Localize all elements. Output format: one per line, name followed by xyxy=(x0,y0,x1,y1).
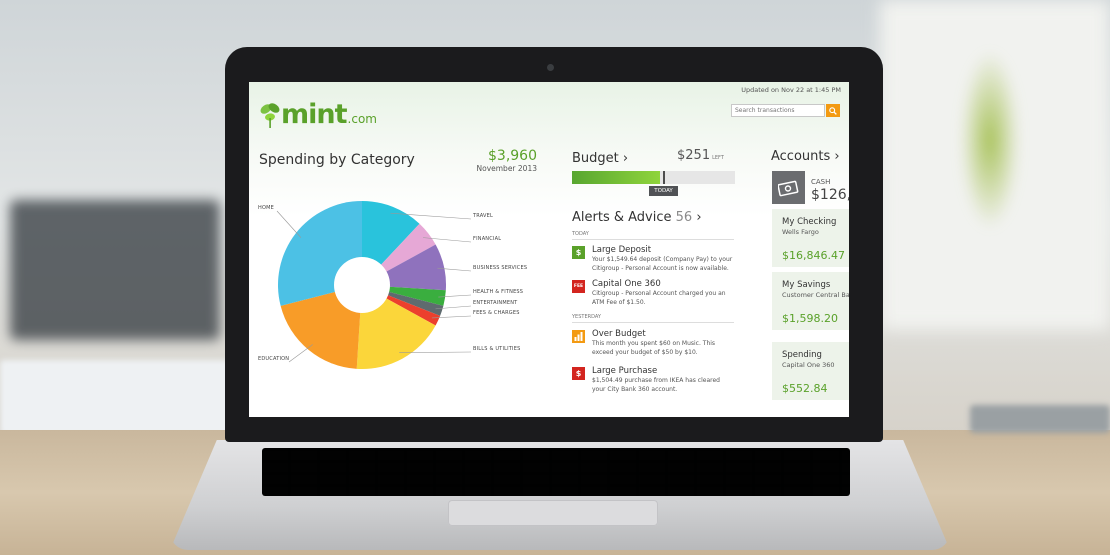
account-institution: Capital One 360 xyxy=(782,361,835,369)
alerts-yesterday-label: YESTERDAY xyxy=(572,314,734,323)
webcam xyxy=(547,64,554,71)
chevron-right-icon: › xyxy=(834,149,840,164)
budget-remaining: $251 LEFT xyxy=(677,148,724,163)
cash-icon xyxy=(772,171,805,204)
laptop-keyboard xyxy=(262,448,850,496)
alerts-today-label: TODAY xyxy=(572,231,734,240)
laptop-trackpad xyxy=(448,500,658,526)
fee-icon: FEE xyxy=(572,280,585,293)
cash-amount: $126,5 xyxy=(811,187,849,203)
pie-label-bills-utilities: BILLS & UTILITIES xyxy=(473,346,521,352)
cash-label: CASH xyxy=(811,178,831,186)
account-name: My Checking xyxy=(782,217,837,227)
alert-title: Over Budget xyxy=(592,329,646,339)
account-institution: Customer Central Ba xyxy=(782,291,849,299)
budget-left-label: LEFT xyxy=(712,155,724,161)
background-plant xyxy=(960,50,1020,230)
alert-description: Your $1,549.64 deposit (Company Pay) to … xyxy=(592,256,733,272)
alert-description: $1,504.49 purchase from IKEA has cleared… xyxy=(592,377,720,393)
alert-item[interactable]: $ Large Deposit Your $1,549.64 deposit (… xyxy=(572,245,734,275)
budget-amount: $251 xyxy=(677,148,711,163)
budget-progress-bar xyxy=(572,171,735,184)
pie-label-travel: TRAVEL xyxy=(473,213,493,219)
budget-today-marker xyxy=(663,171,666,184)
chevron-right-icon: › xyxy=(696,210,702,225)
laptop-screen: Updated on Nov 22 at 1:45 PM mint .com S… xyxy=(249,82,849,417)
dollar-icon: $ xyxy=(572,246,585,259)
spending-title: Spending by Category xyxy=(259,152,415,168)
accounts-title: Accounts xyxy=(771,149,831,164)
leaf-icon xyxy=(260,103,280,128)
background-papers xyxy=(0,360,230,435)
budget-today-tag: TODAY xyxy=(649,186,678,196)
account-balance: $1,598.20 xyxy=(782,312,838,325)
pie-label-business-services: BUSINESS SERVICES xyxy=(473,265,528,271)
background-monitor xyxy=(10,200,220,340)
budget-link[interactable]: Budget › xyxy=(572,151,628,166)
account-balance: $552.84 xyxy=(782,382,828,395)
spending-month: November 2013 xyxy=(476,164,538,173)
pie-label-entertainment: ENTERTAINMENT xyxy=(473,300,518,306)
bar-chart-icon xyxy=(572,330,585,343)
chevron-right-icon: › xyxy=(622,151,629,166)
logo-wordmark: mint xyxy=(281,99,348,130)
alert-item[interactable]: $ Large Purchase $1,504.49 purchase from… xyxy=(572,366,734,396)
alert-description: This month you spent $60 on Music. This … xyxy=(592,340,716,356)
alert-description: Citigroup - Personal Account charged you… xyxy=(592,290,726,306)
alert-title: Capital One 360 xyxy=(592,279,661,289)
account-balance: $16,846.47 xyxy=(782,249,845,262)
accounts-link[interactable]: Accounts › xyxy=(771,149,840,164)
pie-label-home: HOME xyxy=(258,205,274,211)
account-institution: Wells Fargo xyxy=(782,228,819,236)
pie-leader-line xyxy=(288,344,313,363)
alerts-count: 56 xyxy=(675,210,693,225)
search-icon xyxy=(829,106,837,115)
search-input[interactable] xyxy=(731,104,825,117)
account-card[interactable]: My Savings Customer Central Ba $1,598.20 xyxy=(772,272,849,330)
spending-pie-chart[interactable] xyxy=(249,192,549,382)
bar-chart-glyph xyxy=(574,332,583,341)
mint-logo[interactable]: mint .com xyxy=(259,94,377,128)
pie-label-fees-charges: FEES & CHARGES xyxy=(473,310,520,316)
pie-leader-line xyxy=(276,210,302,238)
dollar-icon: $ xyxy=(572,367,585,380)
pie-center-hole xyxy=(334,257,390,313)
spending-total: $3,960 xyxy=(488,148,537,164)
pie-label-health-fitness: HEALTH & FITNESS xyxy=(473,289,524,295)
banknote-glyph xyxy=(777,180,798,196)
alert-item[interactable]: Over Budget This month you spent $60 on … xyxy=(572,329,734,359)
account-card[interactable]: My Checking Wells Fargo $16,846.47 xyxy=(772,209,849,267)
alert-title: Large Purchase xyxy=(592,366,658,376)
alerts-title: Alerts & Advice xyxy=(572,210,672,225)
background-device xyxy=(970,405,1110,433)
alert-title: Large Deposit xyxy=(592,245,652,255)
search-button[interactable] xyxy=(826,104,840,117)
budget-progress-fill xyxy=(572,171,661,184)
account-name: Spending xyxy=(782,350,822,360)
alerts-link[interactable]: Alerts & Advice 56 › xyxy=(572,210,702,225)
budget-title: Budget xyxy=(572,151,619,166)
pie-label-financial: FINANCIAL xyxy=(473,236,502,242)
alert-item[interactable]: FEE Capital One 360 Citigroup - Personal… xyxy=(572,279,734,309)
logo-suffix: .com xyxy=(347,112,377,126)
pie-label-education: EDUCATION xyxy=(258,356,290,362)
last-updated-text: Updated on Nov 22 at 1:45 PM xyxy=(741,86,841,94)
account-card[interactable]: Spending Capital One 360 $552.84 xyxy=(772,342,849,400)
account-name: My Savings xyxy=(782,280,831,290)
